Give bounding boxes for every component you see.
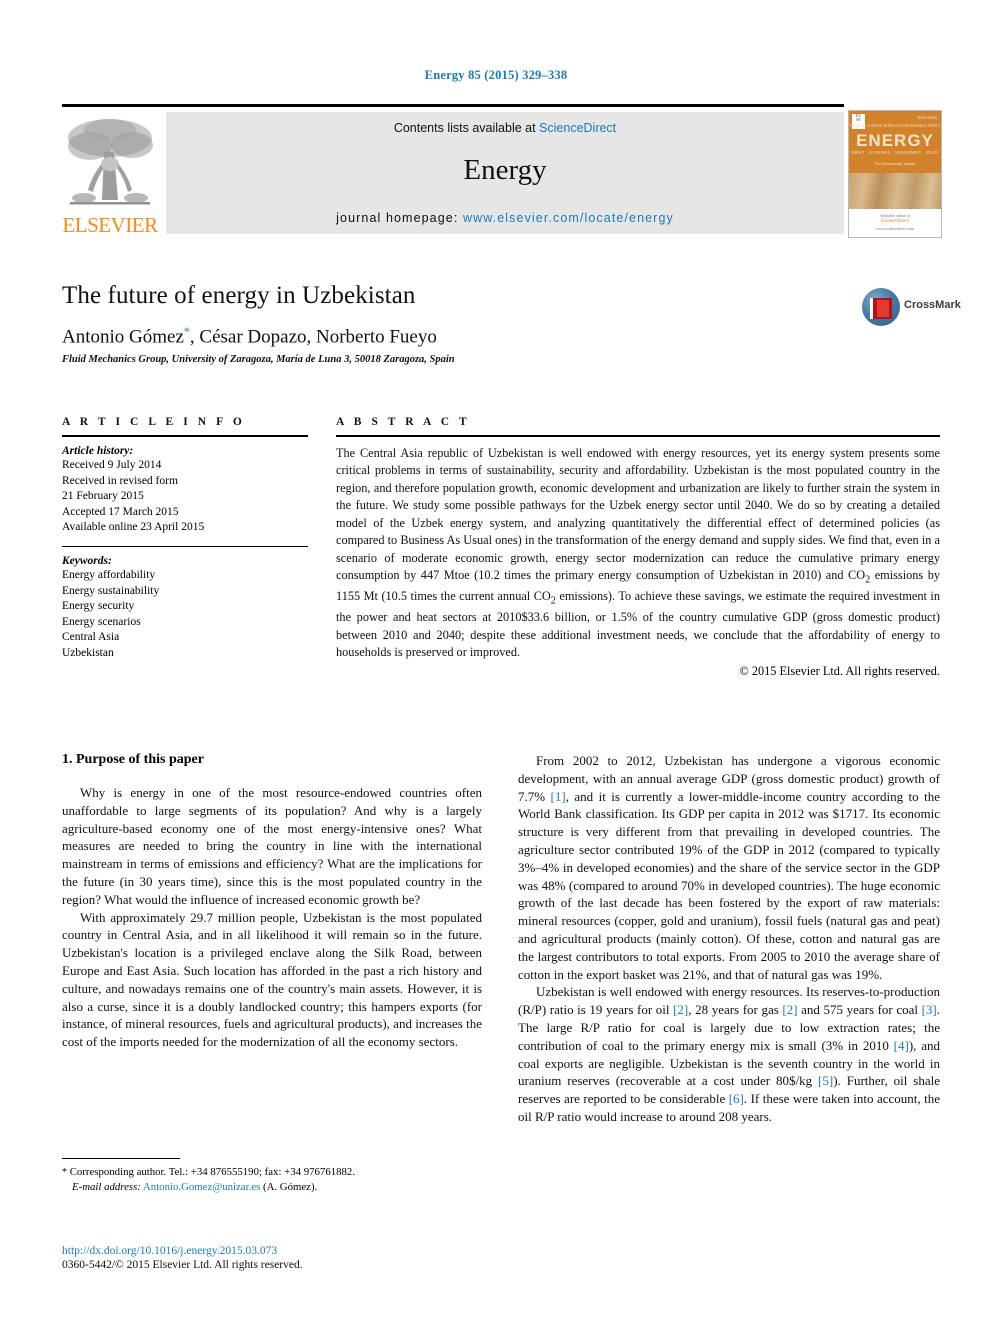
author-rest: , César Dopazo, Norberto Fueyo xyxy=(189,326,437,348)
cover-tag: THERMAL SCIENCE xyxy=(849,124,883,128)
cover-tag: IMPACT xyxy=(851,151,865,155)
article-info-rule xyxy=(62,435,308,437)
article-history-item: Received in revised form xyxy=(62,474,178,487)
paper-page: Energy 85 (2015) 329–338 ELSEVIER Conten… xyxy=(0,0,992,1323)
article-history-item: Available online 23 April 2015 xyxy=(62,521,205,534)
homepage-link[interactable]: www.elsevier.com/locate/energy xyxy=(463,211,674,225)
cover-tag: SUPPLY xyxy=(927,124,941,128)
section-heading-purpose: 1. Purpose of this paper xyxy=(62,752,204,767)
journal-title: Energy xyxy=(463,154,547,186)
cover-bottom-band: Available online at ScienceDirect www.sc… xyxy=(849,209,941,235)
issn-copyright: 0360-5442/© 2015 Elsevier Ltd. All right… xyxy=(62,1259,303,1271)
running-head: Energy 85 (2015) 329–338 xyxy=(424,68,568,82)
abstract-text: The Central Asia republic of Uzbekistan … xyxy=(336,446,940,660)
abstract-copyright: © 2015 Elsevier Ltd. All rights reserved… xyxy=(739,663,940,678)
elsevier-logo: ELSEVIER xyxy=(62,112,158,236)
sciencedirect-link[interactable]: ScienceDirect xyxy=(539,121,616,135)
body-column-left: 1. Purpose of this paper Why is energy i… xyxy=(62,752,482,1051)
crossmark-badge[interactable]: CrossMark xyxy=(862,286,961,330)
cover-sciencedirect-logo: Available online at ScienceDirect www.sc… xyxy=(849,213,941,231)
cover-footer-line3: www.sciencedirect.com xyxy=(875,225,915,231)
citation-ref-4[interactable]: [4] xyxy=(894,1038,909,1053)
article-info-column: A R T I C L E I N F O Article history: R… xyxy=(62,416,308,661)
keywords-label: Keywords: xyxy=(62,555,112,568)
cover-tag: ECONOMICS xyxy=(869,151,891,155)
page-title: The future of energy in Uzbekistan xyxy=(62,282,416,309)
email-link[interactable]: Antonio.Gomez@unizar.es xyxy=(143,1181,260,1193)
journal-cover-thumbnail: EL SE ISSN 00360 THERMAL SCIENCE MODELLIN… xyxy=(848,110,942,238)
keyword-item: Uzbekistan xyxy=(62,646,114,659)
footnote-block: * Corresponding author. Tel.: +34 876555… xyxy=(62,1158,482,1196)
keyword-item: Energy affordability xyxy=(62,569,156,582)
abstract-column: A B S T R A C T The Central Asia republi… xyxy=(336,416,940,679)
cover-photo xyxy=(849,173,941,209)
paragraph: Uzbekistan is well endowed with energy r… xyxy=(518,984,941,1124)
keyword-item: Energy security xyxy=(62,600,135,613)
citation-ref-5[interactable]: [5] xyxy=(818,1073,833,1088)
author-first: Antonio Gómez xyxy=(62,326,184,348)
corresponding-author-text: Corresponding author. Tel.: +34 87655519… xyxy=(67,1166,356,1178)
cover-journal-name: ENERGY xyxy=(856,131,934,150)
elsevier-wordmark: ELSEVIER xyxy=(62,213,158,237)
keyword-item: Central Asia xyxy=(62,631,120,644)
affiliation: Fluid Mechanics Group, University of Zar… xyxy=(62,354,455,366)
body-column-right: From 2002 to 2012, Uzbekistan has underg… xyxy=(518,752,940,1126)
abstract-rule xyxy=(336,435,940,437)
contents-list-line: Contents lists available at ScienceDirec… xyxy=(166,121,844,135)
citation-ref-3[interactable]: [3] xyxy=(922,1002,937,1017)
doi-link[interactable]: http://dx.doi.org/10.1016/j.energy.2015.… xyxy=(62,1245,492,1257)
citation-ref-6[interactable]: [6] xyxy=(729,1091,744,1106)
cover-tag: MODELLING xyxy=(883,124,905,128)
email-suffix: (A. Gómez). xyxy=(260,1181,318,1194)
doi-block: http://dx.doi.org/10.1016/j.energy.2015.… xyxy=(62,1245,492,1271)
citation-ref-2b[interactable]: [2] xyxy=(782,1002,797,1017)
cover-footer-line1: Available online at xyxy=(879,213,911,219)
journal-banner: Contents lists available at ScienceDirec… xyxy=(166,112,844,234)
cover-tagline: The International Journal xyxy=(874,161,916,166)
email-label: E-mail address: xyxy=(72,1181,141,1194)
paragraph: From 2002 to 2012, Uzbekistan has underg… xyxy=(518,753,940,982)
cover-top-band: EL SE ISSN 00360 THERMAL SCIENCE MODELLIN… xyxy=(849,111,941,173)
article-history-item: Received 9 July 2014 xyxy=(62,459,162,471)
cover-tag: POLICY xyxy=(925,151,939,155)
cover-bottom-tags: IMPACT ECONOMICS MANAGEMENT POLICY xyxy=(849,151,941,155)
corresponding-author-note: * Corresponding author. Tel.: +34 876555… xyxy=(62,1165,482,1180)
keyword-item: Energy scenarios xyxy=(62,615,141,628)
journal-homepage-line: journal homepage: www.elsevier.com/locat… xyxy=(166,211,844,225)
crossmark-book-icon xyxy=(870,298,892,319)
article-history-item: 21 February 2015 xyxy=(62,490,144,503)
masthead-top-rule xyxy=(62,104,844,107)
keywords-rule xyxy=(62,545,308,548)
homepage-prefix: journal homepage: xyxy=(336,211,463,225)
journal-masthead: ELSEVIER Contents lists available at Sci… xyxy=(62,104,942,238)
footnote-rule xyxy=(62,1158,180,1159)
crossmark-icon xyxy=(862,288,900,326)
article-history-label: Article history: xyxy=(62,445,134,457)
title-block: The future of energy in Uzbekistan Anton… xyxy=(62,282,852,365)
cover-footer-line2: ScienceDirect xyxy=(880,219,910,225)
cover-top-tags: THERMAL SCIENCE MODELLING RENEWABLE SUPP… xyxy=(849,124,941,128)
paragraph: Why is energy in one of the most resourc… xyxy=(62,785,482,907)
citation-ref-2[interactable]: [2] xyxy=(673,1002,688,1017)
citation-ref-1[interactable]: [1] xyxy=(551,789,566,804)
elsevier-tree-icon xyxy=(68,119,153,205)
email-note: E-mail address: Antonio.Gomez@unizar.es … xyxy=(62,1180,482,1195)
author-list: Antonio Gómez*, César Dopazo, Norberto F… xyxy=(62,324,852,348)
cover-tag: MANAGEMENT xyxy=(895,151,922,155)
contents-prefix: Contents lists available at xyxy=(393,121,540,135)
abstract-heading: A B S T R A C T xyxy=(336,416,471,428)
cover-tag: RENEWABLE xyxy=(905,124,927,128)
paragraph: With approximately 29.7 million people, … xyxy=(62,909,482,1050)
keyword-item: Energy sustainability xyxy=(62,584,160,597)
cover-issue-label: ISSN 00360 xyxy=(917,115,937,120)
article-history-item: Accepted 17 March 2015 xyxy=(62,505,179,518)
article-info-heading: A R T I C L E I N F O xyxy=(62,416,246,428)
crossmark-label: CrossMark xyxy=(904,299,961,311)
